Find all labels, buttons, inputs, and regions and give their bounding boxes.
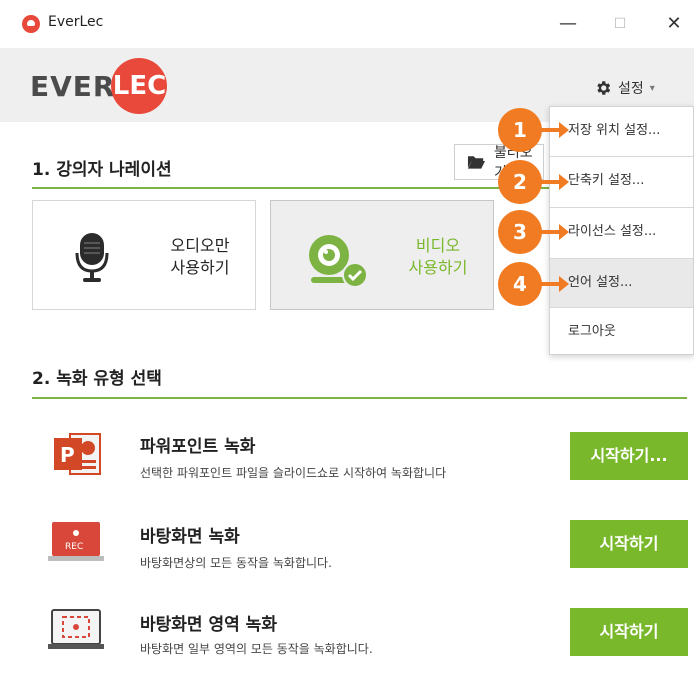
audio-only-label: 오디오만 사용하기 xyxy=(145,235,255,279)
section-narration-title: 1. 강의자 나레이션 xyxy=(32,160,172,180)
app-logo-icon xyxy=(22,15,40,33)
callout-badge-3: 3 xyxy=(498,210,542,254)
maximize-button[interactable]: ☐ xyxy=(606,12,634,36)
row-description: 바탕화면 일부 영역의 모든 동작을 녹화합니다. xyxy=(140,642,373,656)
audio-label-line2: 사용하기 xyxy=(170,258,230,277)
desktop-rec-icon: REC xyxy=(48,522,104,561)
callout-badge-2: 2 xyxy=(498,160,542,204)
title-bar: EverLec — ☐ ✕ xyxy=(0,0,694,49)
callout-badge-1: 1 xyxy=(498,108,542,152)
menu-item-save-location[interactable]: 저장 위치 설정... xyxy=(550,107,693,155)
callout-arrow xyxy=(540,122,569,138)
chevron-down-icon: ▾ xyxy=(649,82,655,94)
menu-item-logout[interactable]: 로그아웃 xyxy=(550,308,693,356)
close-button[interactable]: ✕ xyxy=(660,12,688,36)
menu-item-language[interactable]: 언어 설정... xyxy=(550,259,693,307)
callout-arrow xyxy=(540,276,569,292)
video-label-line1: 비디오 xyxy=(415,236,461,255)
callout-arrow xyxy=(540,174,569,190)
svg-text:P: P xyxy=(60,443,75,467)
audio-label-line1: 오디오만 xyxy=(170,236,230,255)
window-title: EverLec xyxy=(48,14,104,30)
logo-text: EVER xyxy=(30,69,116,103)
start-powerpoint-button[interactable]: 시작하기... xyxy=(570,432,688,480)
gear-icon xyxy=(597,81,611,95)
callout-arrow xyxy=(540,224,569,240)
rec-label: REC xyxy=(65,542,83,552)
menu-item-hotkey[interactable]: 단축키 설정... xyxy=(550,157,693,205)
video-label-line2: 사용하기 xyxy=(408,258,468,277)
row-title: 바탕화면 녹화 xyxy=(140,527,240,547)
section-divider xyxy=(32,397,687,399)
video-card[interactable]: 비디오 사용하기 xyxy=(270,200,494,310)
start-desktop-area-button[interactable]: 시작하기 xyxy=(570,608,688,656)
powerpoint-icon: P xyxy=(54,433,101,475)
settings-label: 설정 xyxy=(618,81,644,97)
settings-dropdown: 저장 위치 설정... 단축키 설정... 라이선스 설정... 언어 설정..… xyxy=(549,106,694,355)
folder-open-icon xyxy=(467,156,486,169)
section-recording-type-title: 2. 녹화 유형 선택 xyxy=(32,369,162,389)
microphone-icon xyxy=(75,233,109,282)
minimize-button[interactable]: — xyxy=(554,12,582,36)
audio-only-card[interactable]: 오디오만 사용하기 xyxy=(32,200,256,310)
start-desktop-button[interactable]: 시작하기 xyxy=(570,520,688,568)
callout-badge-4: 4 xyxy=(498,262,542,306)
settings-menu-button[interactable]: 설정 ▾ xyxy=(594,78,655,98)
webcam-icon xyxy=(309,235,368,288)
row-description: 바탕화면상의 모든 동작을 녹화합니다. xyxy=(140,556,332,570)
menu-item-license[interactable]: 라이선스 설정... xyxy=(550,208,693,256)
logo-circle: LEC xyxy=(111,58,168,114)
row-title: 바탕화면 영역 녹화 xyxy=(140,615,277,635)
video-label: 비디오 사용하기 xyxy=(383,235,493,279)
desktop-area-rec-icon xyxy=(48,609,104,649)
row-title: 파워포인트 녹화 xyxy=(140,437,256,457)
everlec-logo: EVER LEC xyxy=(30,58,168,114)
row-description: 선택한 파워포인트 파일을 슬라이드쇼로 시작하여 녹화합니다 xyxy=(140,466,447,480)
